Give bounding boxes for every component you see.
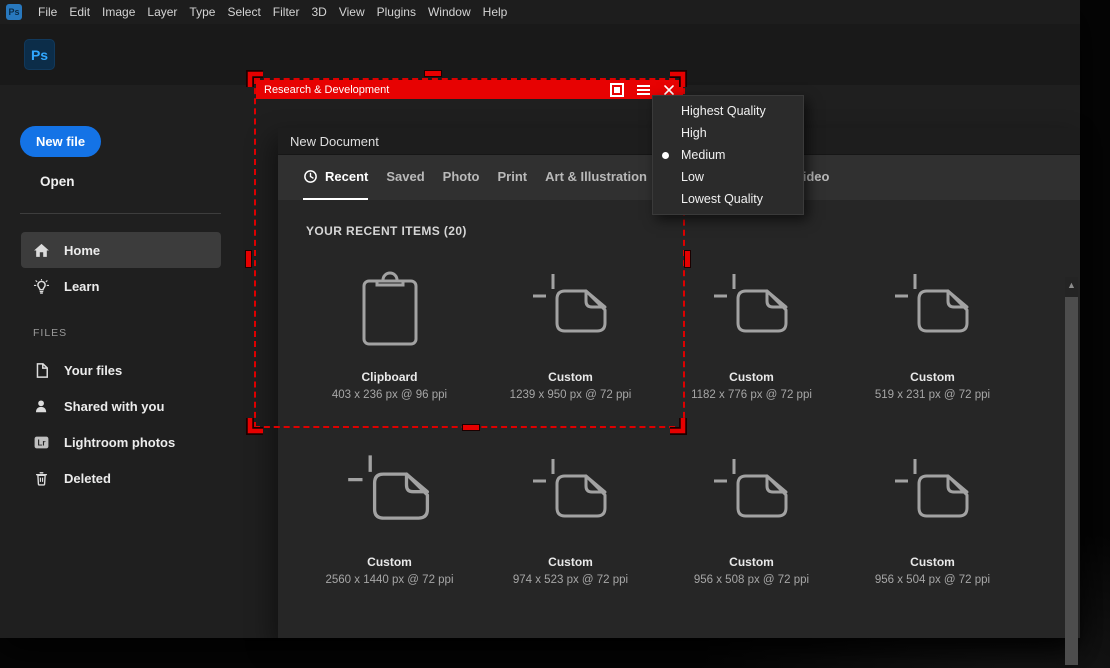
photoshop-logo: Ps [24,39,55,70]
menu-item[interactable]: Window [422,0,477,24]
quality-menu-item-label: Low [681,170,704,184]
quality-dropdown-menu: Highest Quality High Medium Low Lowest Q… [652,95,804,215]
sidebar-divider [20,213,221,214]
menu-icon[interactable] [637,85,650,95]
recent-item-dimensions: 519 x 231 px @ 72 ppi [842,389,1023,401]
recent-item-title: Custom [661,370,842,384]
recent-item-dimensions: 974 x 523 px @ 72 ppi [480,574,661,586]
menu-item[interactable]: Filter [267,0,306,24]
recent-item-dimensions: 1182 x 776 px @ 72 ppi [661,389,842,401]
resize-handle-top-right[interactable] [670,70,687,87]
menu-item[interactable]: File [32,0,63,24]
sidebar-item-icon [33,362,50,379]
sidebar-item[interactable]: Shared with you [21,388,221,424]
quality-menu-item[interactable]: Highest Quality [653,100,803,122]
resize-handle-bottom-right[interactable] [670,418,687,435]
document-preset-icon [710,270,794,350]
recent-item-card[interactable]: Custom 956 x 504 px @ 72 ppi [842,447,1023,586]
capture-window-titlebar[interactable]: Research & Development [256,80,683,99]
document-preset-icon [891,270,975,350]
new-file-button[interactable]: New file [20,126,101,157]
sidebar-item[interactable]: Deleted [21,460,221,496]
document-preset-icon [891,455,975,535]
resize-handle-top-left[interactable] [246,70,263,87]
recent-item-dimensions: 956 x 508 px @ 72 ppi [661,574,842,586]
resize-handle-mid-left[interactable] [245,250,252,268]
quality-menu-item[interactable]: Medium [653,144,803,166]
menu-item[interactable]: Plugins [371,0,422,24]
resize-handle-bottom-center[interactable] [462,424,480,431]
sidebar-item-icon [33,278,50,295]
quality-menu-item-label: Lowest Quality [681,192,763,206]
region-select-icon[interactable] [610,83,624,97]
quality-menu-item[interactable]: High [653,122,803,144]
recent-item-card[interactable]: Custom 956 x 508 px @ 72 ppi [661,447,842,586]
recent-item-title: Custom [480,555,661,569]
menu-item[interactable]: Select [221,0,266,24]
logo-band: Ps [0,24,1080,85]
menu-item[interactable]: View [333,0,371,24]
capture-window-title: Research & Development [264,84,597,96]
menu-item[interactable]: Layer [141,0,183,24]
quality-menu-item-label: High [681,126,707,140]
scroll-up-icon[interactable]: ▲ [1065,277,1078,295]
sidebar-item-label: Deleted [64,471,111,486]
resize-handle-mid-right[interactable] [684,250,691,268]
sidebar-item-label: Home [64,243,100,258]
dialog-scrollbar[interactable]: ▲ [1065,277,1078,635]
sidebar-item[interactable]: Learn [21,268,221,304]
sidebar-item[interactable]: Lightroom photos [21,424,221,460]
recent-item-card[interactable]: Custom 1182 x 776 px @ 72 ppi [661,262,842,401]
sidebar-item-icon [33,434,50,451]
app-taskbar-icon: Ps [6,4,22,20]
recent-item-title: Custom [842,555,1023,569]
capture-region-rect[interactable]: Research & Development [254,78,685,428]
menu-item[interactable]: Image [96,0,141,24]
recent-item-title: Custom [842,370,1023,384]
recent-item-card[interactable]: Custom 974 x 523 px @ 72 ppi [480,447,661,586]
recent-item-dimensions: 2560 x 1440 px @ 72 ppi [299,574,480,586]
sidebar-item-label: Shared with you [64,399,164,414]
open-button[interactable]: Open [40,174,75,189]
sidebar-nav-main: Home Learn [21,232,221,304]
menu-item[interactable]: Help [477,0,514,24]
sidebar-item-icon [33,242,50,259]
recent-item-title: Custom [661,555,842,569]
desktop: Ps File Edit Image Layer Type Select Fil… [0,0,1110,668]
sidebar-nav-files: Your files Shared with you Lightroom pho… [21,352,221,496]
sidebar-item-icon [33,470,50,487]
quality-menu-item-label: Highest Quality [681,104,766,118]
radio-dot-icon [662,152,669,159]
menu-bar: Ps File Edit Image Layer Type Select Fil… [0,0,1080,24]
menu-item[interactable]: Type [183,0,221,24]
recent-item-dimensions: 956 x 504 px @ 72 ppi [842,574,1023,586]
document-preset-icon [342,451,438,539]
quality-menu-item-label: Medium [681,148,725,162]
document-preset-icon [710,455,794,535]
files-section-label: FILES [33,327,67,339]
recent-item-title: Custom [299,555,480,569]
quality-menu-item[interactable]: Low [653,166,803,188]
quality-menu-item[interactable]: Lowest Quality [653,188,803,210]
recent-item-card[interactable]: Custom 2560 x 1440 px @ 72 ppi [299,447,480,586]
resize-handle-bottom-left[interactable] [246,418,263,435]
sidebar-item-label: Lightroom photos [64,435,175,450]
recent-item-card[interactable]: Custom 519 x 231 px @ 72 ppi [842,262,1023,401]
sidebar-item-label: Your files [64,363,122,378]
menu-item[interactable]: Edit [63,0,96,24]
resize-handle-top-center[interactable] [424,70,442,77]
document-preset-icon [529,455,613,535]
sidebar-item-icon [33,398,50,415]
sidebar-item[interactable]: Your files [21,352,221,388]
menu-item[interactable]: 3D [305,0,332,24]
sidebar-item-label: Learn [64,279,99,294]
sidebar: New file Open Home Learn [0,85,278,638]
scrollbar-thumb[interactable] [1065,297,1078,665]
sidebar-item[interactable]: Home [21,232,221,268]
